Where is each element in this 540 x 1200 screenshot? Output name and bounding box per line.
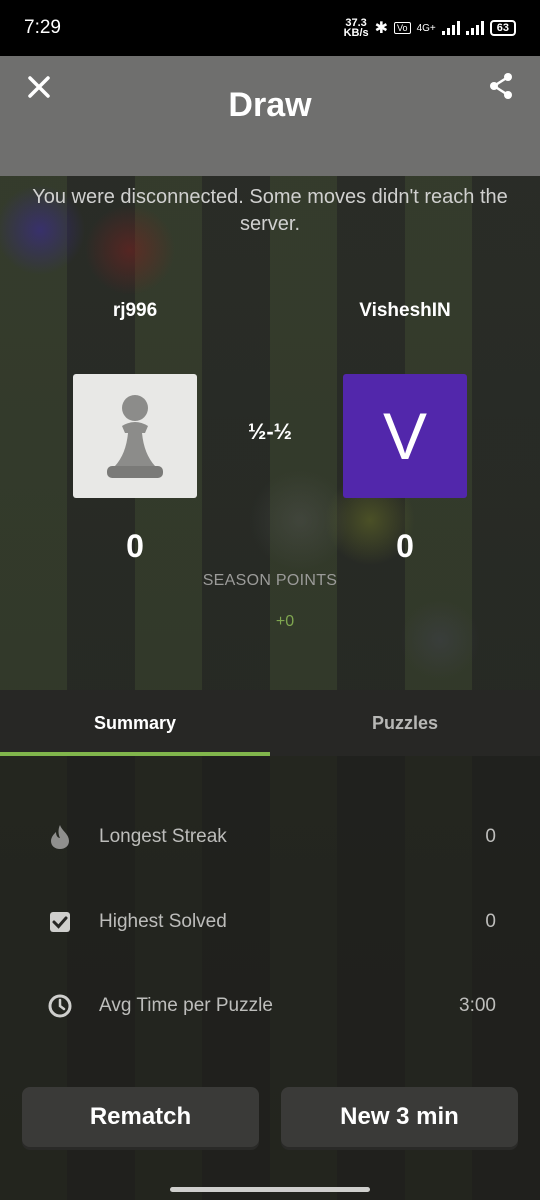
- season-points-label: SEASON POINTS: [202, 572, 338, 589]
- player-right-points: 0: [396, 528, 414, 564]
- pawn-icon: [107, 395, 163, 478]
- share-icon: [490, 73, 512, 99]
- tab-summary[interactable]: Summary: [0, 690, 270, 756]
- stat-value: 0: [485, 911, 496, 932]
- stat-row-highest-solved: Highest Solved 0: [0, 902, 540, 942]
- status-indicators: 37.3 KB/s ✱ Vo 4G+ 63: [343, 17, 516, 39]
- disconnect-notice: You were disconnected. Some moves didn't…: [32, 186, 508, 235]
- tab-puzzles[interactable]: Puzzles: [270, 690, 540, 756]
- flame-icon: [48, 825, 72, 849]
- checkbox-icon: [48, 910, 72, 934]
- network-speed: 37.3 KB/s: [343, 17, 369, 39]
- stat-row-longest-streak: Longest Streak 0: [0, 817, 540, 857]
- signal-icon: [441, 21, 460, 35]
- player-left-name: rj996: [112, 300, 158, 321]
- clock-icon: [48, 994, 72, 1018]
- battery-icon: 63: [489, 20, 516, 36]
- stat-label: Highest Solved: [99, 911, 227, 932]
- bluetooth-icon: ✱: [374, 20, 389, 37]
- player-right-name: VisheshIN: [359, 300, 451, 321]
- result-header: Draw: [0, 56, 540, 176]
- share-button[interactable]: [488, 72, 514, 100]
- stat-value: 0: [485, 826, 496, 847]
- player-left-avatar[interactable]: [73, 374, 197, 498]
- avatar-letter: V: [382, 399, 428, 473]
- status-time: 7:29: [24, 17, 61, 38]
- stat-label: Avg Time per Puzzle: [99, 995, 273, 1016]
- rematch-button[interactable]: Rematch: [22, 1087, 259, 1147]
- network-type: 4G+: [416, 22, 436, 34]
- home-indicator[interactable]: [170, 1187, 370, 1192]
- signal-icon-2: [465, 21, 484, 35]
- player-right-avatar[interactable]: V: [343, 374, 467, 498]
- game-result: ½-½: [247, 419, 293, 444]
- stat-value: 3:00: [459, 995, 496, 1016]
- stat-row-avg-time: Avg Time per Puzzle 3:00: [0, 986, 540, 1026]
- season-points-delta: +0: [275, 613, 295, 630]
- new-game-button[interactable]: New 3 min: [281, 1087, 518, 1147]
- stat-label: Longest Streak: [99, 826, 227, 847]
- player-left-points: 0: [126, 528, 144, 564]
- page-title: Draw: [228, 86, 312, 124]
- status-bar: 7:29 37.3 KB/s ✱ Vo 4G+ 63: [0, 0, 540, 56]
- tab-bar: Summary Puzzles: [0, 690, 540, 756]
- active-tab-indicator: [0, 752, 270, 756]
- volte-icon: Vo: [394, 22, 411, 34]
